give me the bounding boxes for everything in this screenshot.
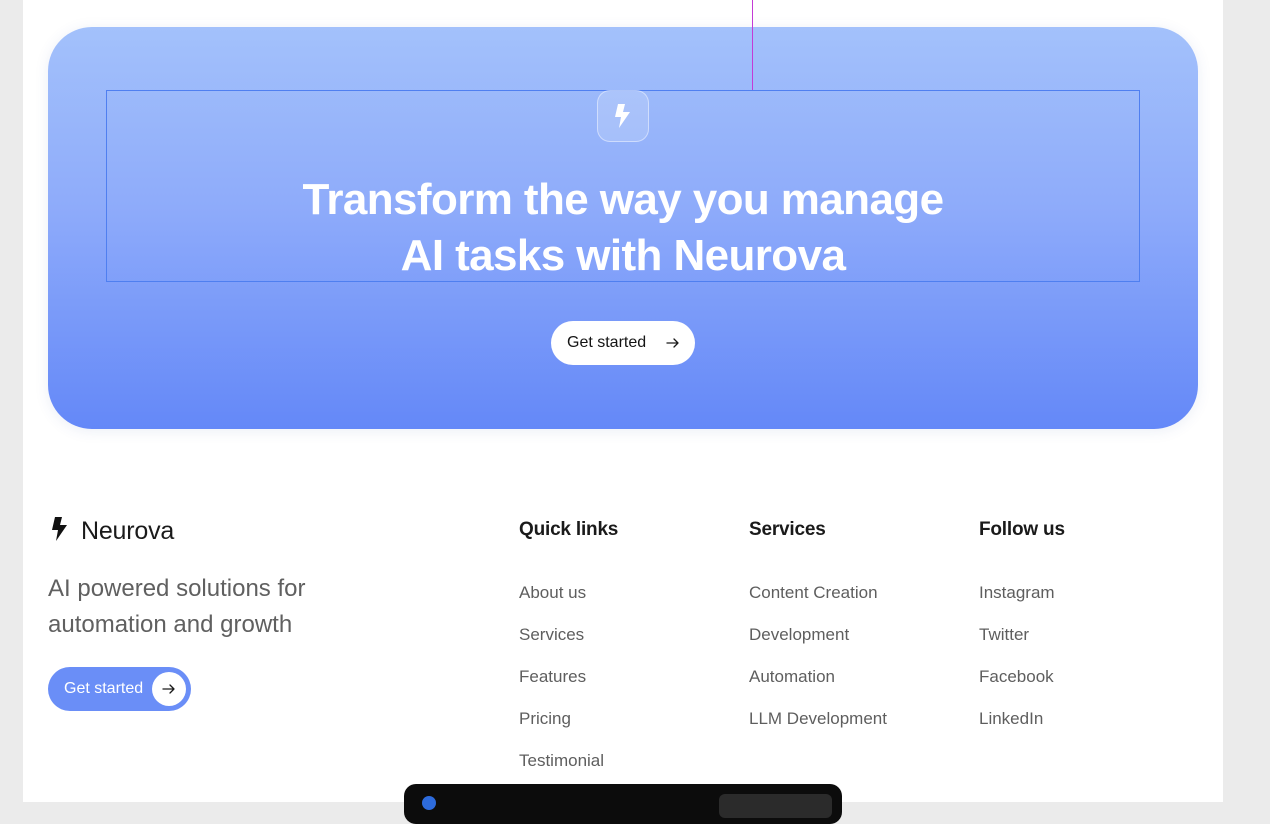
link-list: Content Creation Development Automation … (749, 572, 887, 740)
link-automation[interactable]: Automation (749, 656, 887, 698)
link-instagram[interactable]: Instagram (979, 572, 1065, 614)
hero-button-label: Get started (567, 334, 647, 351)
status-dot-icon (422, 796, 436, 810)
hero-title-line1: Transform the way you manage (302, 175, 945, 224)
link-list: About us Services Features Pricing Testi… (519, 572, 618, 782)
link-content-creation[interactable]: Content Creation (749, 572, 887, 614)
link-services[interactable]: Services (519, 614, 618, 656)
toolbar-button[interactable] (719, 794, 832, 818)
column-title: Services (749, 519, 826, 540)
hero-get-started-button[interactable]: Get started (551, 321, 695, 365)
floating-toolbar[interactable] (404, 784, 842, 824)
column-title: Follow us (979, 519, 1065, 540)
column-title: Quick links (519, 519, 619, 540)
footer-column-quick-links: Quick links About us Services Features P… (519, 518, 618, 782)
footer-brand[interactable]: Neurova (50, 516, 174, 546)
footer-button-label: Get started (64, 680, 144, 697)
footer-column-services: Services Content Creation Development Au… (749, 518, 887, 740)
bolt-icon (50, 516, 70, 547)
guide-line (752, 0, 753, 90)
link-features[interactable]: Features (519, 656, 618, 698)
link-list: Instagram Twitter Facebook LinkedIn (979, 572, 1065, 740)
hero-title: Transform the way you manage AI tasks wi… (48, 172, 1198, 284)
link-twitter[interactable]: Twitter (979, 614, 1065, 656)
link-about-us[interactable]: About us (519, 572, 618, 614)
link-llm-development[interactable]: LLM Development (749, 698, 887, 740)
brand-name: Neurova (81, 516, 175, 545)
arrow-right-icon (657, 327, 689, 359)
link-linkedin[interactable]: LinkedIn (979, 698, 1065, 740)
link-pricing[interactable]: Pricing (519, 698, 618, 740)
bolt-icon (597, 90, 649, 142)
link-facebook[interactable]: Facebook (979, 656, 1065, 698)
link-testimonial[interactable]: Testimonial (519, 740, 618, 782)
hero-title-line2: tasks with Neurova (443, 231, 846, 280)
footer-tagline: AI powered solutions for automation and … (48, 575, 306, 638)
footer-get-started-button[interactable]: Get started (48, 667, 191, 711)
arrow-right-icon (152, 672, 186, 706)
footer-column-follow-us: Follow us Instagram Twitter Facebook Lin… (979, 518, 1065, 740)
hero-title-emphasis: AI (400, 231, 444, 280)
link-development[interactable]: Development (749, 614, 887, 656)
